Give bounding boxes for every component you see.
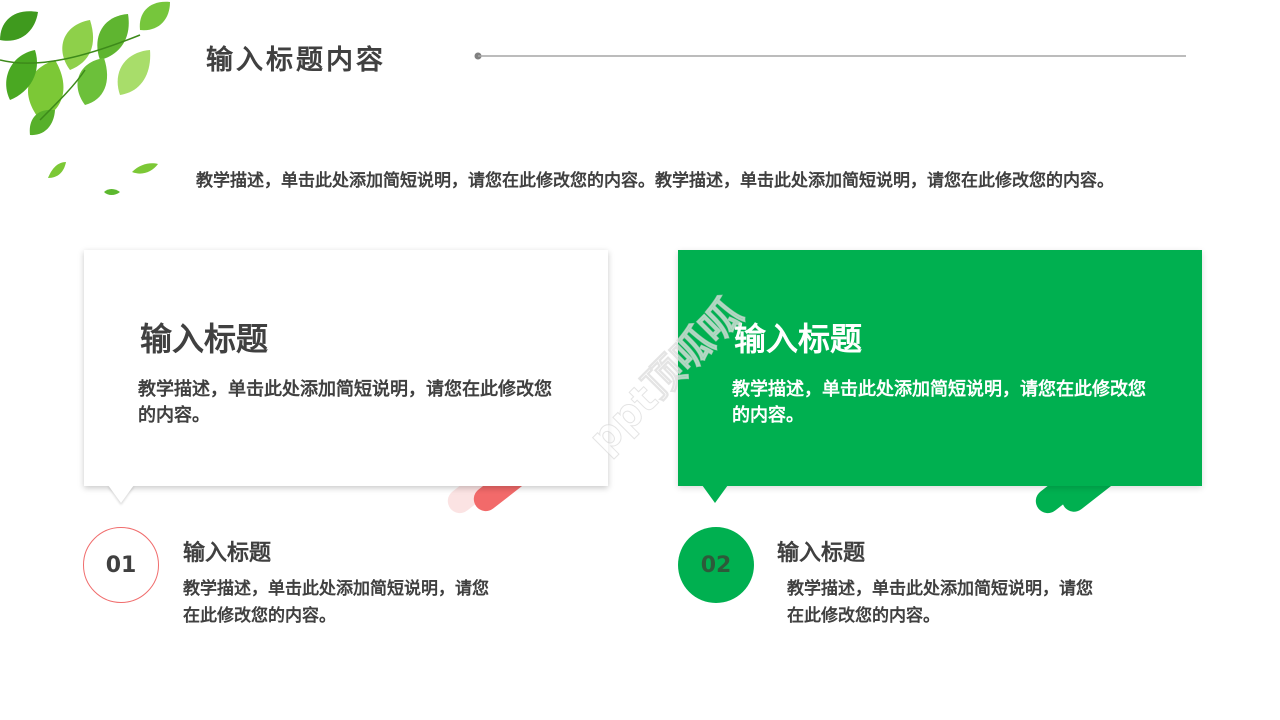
card-title: 输入标题: [140, 320, 269, 358]
card-text: 教学描述，单击此处添加简短说明，请您在此修改您的内容。: [138, 379, 552, 426]
info-card-2: 输入标题 教学描述，单击此处添加简短说明，请您在此修改您的内容。: [678, 250, 1202, 503]
intro-text: 教学描述，单击此处添加简短说明，请您在此修改您的内容。教学描述，单击此处添加简短…: [196, 171, 1114, 191]
slide: 输入标题内容 教学描述，单击此处添加简短说明，请您在此修改您的内容。教学描述，单…: [0, 0, 1280, 720]
item-title: 输入标题: [183, 541, 272, 566]
title-divider-line: [474, 52, 1186, 60]
speech-tail: [108, 485, 134, 503]
speech-tail: [702, 485, 728, 503]
number-badge-01: 01: [83, 527, 159, 603]
page-title: 输入标题内容: [206, 45, 386, 76]
info-card-1: 输入标题 教学描述，单击此处添加简短说明，请您在此修改您的内容。: [84, 250, 608, 503]
card-title: 输入标题: [734, 320, 863, 358]
card-text: 教学描述，单击此处添加简短说明，请您在此修改您的内容。: [732, 379, 1146, 426]
item-text: 教学描述，单击此处添加简短说明，请您在此修改您的内容。: [787, 579, 1093, 626]
item-title: 输入标题: [777, 541, 866, 566]
number-badge-02: 02: [678, 527, 754, 603]
item-text: 教学描述，单击此处添加简短说明，请您在此修改您的内容。: [183, 579, 489, 626]
green-leaves-decoration: [0, 1, 170, 195]
